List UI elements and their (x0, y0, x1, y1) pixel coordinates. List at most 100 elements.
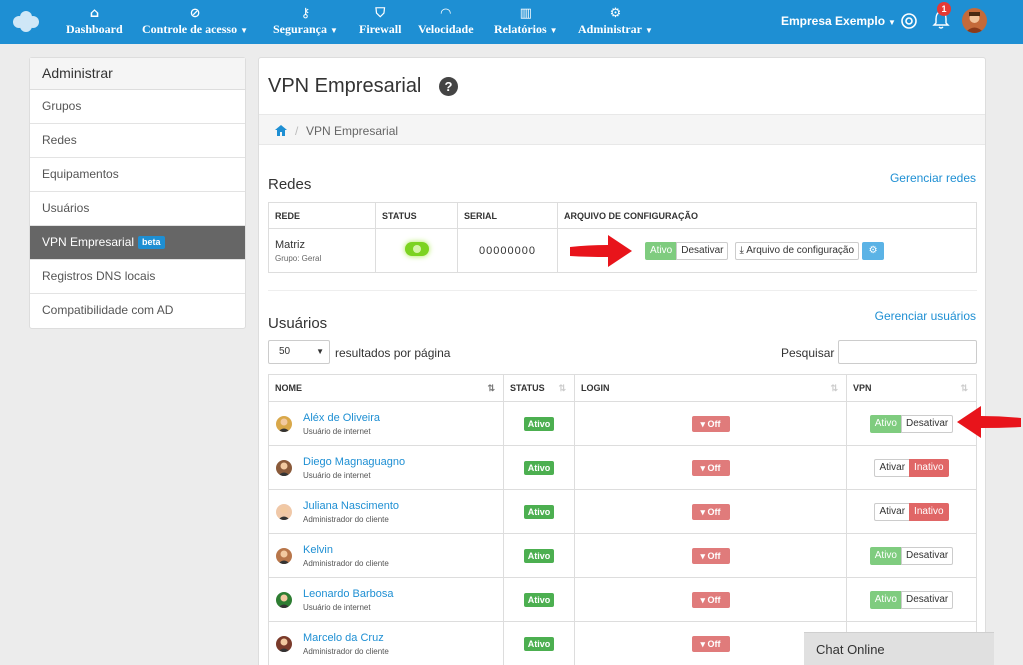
user-login-cell: ▾ Off (574, 577, 847, 622)
breadcrumb-current: VPN Empresarial (306, 124, 399, 138)
user-avatar (276, 504, 292, 520)
sidebar-item-users[interactable]: Usuários (30, 192, 245, 226)
user-avatar (276, 416, 292, 432)
network-cell: Matriz Grupo: Geral (268, 228, 376, 273)
support-lifebuoy-icon[interactable] (901, 13, 917, 29)
vpn-toggle: Ativo Desativar (869, 590, 954, 609)
col-status[interactable]: STATUS ⇅ (503, 374, 575, 402)
caret-down-icon: ▼ (549, 26, 558, 35)
nav-reports[interactable]: ▥ Relatórios ▼ (494, 6, 558, 37)
table-header-row: REDE STATUS SERIAL ARQUIVO DE CONFIGURAÇ… (268, 202, 977, 229)
vpn-deactivate-button[interactable]: Desativar (900, 590, 954, 609)
cloud-logo-icon[interactable] (10, 10, 42, 34)
company-selector[interactable]: Empresa Exemplo ▼ (781, 14, 896, 28)
user-name-link[interactable]: Kelvin (303, 544, 497, 556)
sidebar-item-groups[interactable]: Grupos (30, 90, 245, 124)
login-off-badge[interactable]: ▾ Off (691, 547, 730, 564)
sidebar-item-networks[interactable]: Redes (30, 124, 245, 158)
status-badge: Ativo (523, 416, 555, 431)
users-table-body: Aléx de Oliveira Usuário de internet Ati… (268, 401, 977, 665)
vpn-deactivate-button[interactable]: Desativar (900, 414, 954, 433)
vpn-deactivate-button[interactable]: Desativar (900, 546, 954, 565)
login-off-badge[interactable]: ▾ Off (691, 635, 730, 652)
nav-firewall[interactable]: ⛉ Firewall (359, 6, 401, 37)
download-config-button[interactable]: ⤓ Arquivo de configuração (734, 241, 860, 260)
user-avatar (276, 592, 292, 608)
vpn-activate-button[interactable]: Ativar (874, 458, 911, 477)
table-row: Diego Magnaguagno Usuário de internet At… (268, 445, 977, 490)
user-name-cell: Diego Magnaguagno Usuário de internet (268, 445, 504, 490)
col-network[interactable]: REDE (268, 202, 376, 229)
download-icon: ⤓ (739, 244, 744, 256)
vpn-active-button[interactable]: Ativo (869, 414, 902, 433)
caret-down-icon: ▼ (240, 26, 249, 35)
vpn-active-button[interactable]: Ativo (869, 546, 902, 565)
col-config-file[interactable]: ARQUIVO DE CONFIGURAÇÃO (557, 202, 977, 229)
breadcrumb-separator: / (295, 124, 299, 138)
network-name: Matriz (275, 238, 305, 251)
vpn-toggle: Ativar Inativo (874, 458, 949, 477)
user-avatar[interactable] (962, 8, 987, 33)
search-input[interactable] (838, 340, 977, 364)
red-arrow-icon (957, 406, 1021, 438)
nav-security[interactable]: ⚷ Segurança ▼ (273, 6, 338, 37)
sidebar-item-dns[interactable]: Registros DNS locais (30, 260, 245, 294)
user-name-link[interactable]: Marcelo da Cruz (303, 632, 497, 644)
settings-gear-button[interactable]: ⚙ (862, 241, 885, 260)
user-vpn-cell: Ativar Inativo (846, 489, 977, 534)
vpn-active-button[interactable]: Ativo (869, 590, 902, 609)
user-login-cell: ▾ Off (574, 401, 847, 446)
sidebar-item-ad[interactable]: Compatibilidade com AD (30, 294, 245, 328)
network-status-cell (375, 228, 458, 273)
sidebar-item-devices[interactable]: Equipamentos (30, 158, 245, 192)
col-name[interactable]: NOME ⇅ (268, 374, 504, 402)
table-row: Juliana Nascimento Administrador do clie… (268, 489, 977, 534)
col-serial[interactable]: SERIAL (457, 202, 558, 229)
col-status[interactable]: STATUS (375, 202, 458, 229)
thumbs-down-icon: ▾ (700, 638, 705, 649)
manage-networks-link[interactable]: Gerenciar redes (890, 171, 976, 185)
user-name-link[interactable]: Aléx de Oliveira (303, 412, 497, 424)
network-toggle: Ativo Desativar (645, 241, 729, 260)
sidebar-item-vpn[interactable]: VPN Empresarial beta (30, 226, 245, 260)
status-badge: Ativo (523, 504, 555, 519)
home-icon[interactable] (275, 125, 287, 136)
user-name-cell: Aléx de Oliveira Usuário de internet (268, 401, 504, 446)
status-badge: Ativo (523, 592, 555, 607)
login-off-badge[interactable]: ▾ Off (691, 459, 730, 476)
network-active-button[interactable]: Ativo (645, 241, 678, 260)
user-name-link[interactable]: Diego Magnaguagno (303, 456, 497, 468)
user-avatar (276, 636, 292, 652)
nav-access-control[interactable]: ⊘ Controle de acesso ▼ (142, 6, 248, 37)
nav-dashboard[interactable]: ⌂ Dashboard (66, 6, 123, 37)
main-panel: VPN Empresarial ? / VPN Empresarial Rede… (258, 57, 986, 665)
vpn-inactive-button[interactable]: Inativo (909, 502, 949, 521)
user-role: Usuário de internet (303, 602, 371, 612)
user-role: Administrador do cliente (303, 558, 389, 568)
manage-users-link[interactable]: Gerenciar usuários (875, 309, 976, 323)
nav-speed[interactable]: ◠ Velocidade (418, 6, 474, 37)
chat-online-bar[interactable]: Chat Online (804, 632, 994, 665)
network-deactivate-button[interactable]: Desativar (676, 241, 729, 260)
caret-down-icon: ▼ (645, 26, 653, 35)
user-vpn-cell: Ativo Desativar (846, 533, 977, 578)
vpn-activate-button[interactable]: Ativar (874, 502, 911, 521)
thumbs-down-icon: ▾ (700, 594, 705, 605)
network-serial: 00000000 (457, 228, 558, 273)
user-status-cell: Ativo (503, 577, 575, 622)
nav-admin[interactable]: ⚙ Administrar ▼ (578, 6, 653, 37)
login-off-badge[interactable]: ▾ Off (691, 591, 730, 608)
col-vpn[interactable]: VPN ⇅ (846, 374, 977, 402)
networks-title: Redes (268, 176, 312, 193)
globe-block-icon: ⊘ (189, 6, 201, 21)
user-name-link[interactable]: Leonardo Barbosa (303, 588, 497, 600)
login-off-badge[interactable]: ▾ Off (691, 415, 730, 432)
users-title: Usuários (268, 315, 328, 332)
per-page-select[interactable]: 50 ▼ (268, 340, 330, 364)
vpn-inactive-button[interactable]: Inativo (909, 458, 949, 477)
help-icon[interactable]: ? (439, 77, 458, 96)
thumbs-down-icon: ▾ (700, 462, 705, 473)
login-off-badge[interactable]: ▾ Off (691, 503, 730, 520)
col-login[interactable]: LOGIN ⇅ (574, 374, 847, 402)
user-name-link[interactable]: Juliana Nascimento (303, 500, 497, 512)
